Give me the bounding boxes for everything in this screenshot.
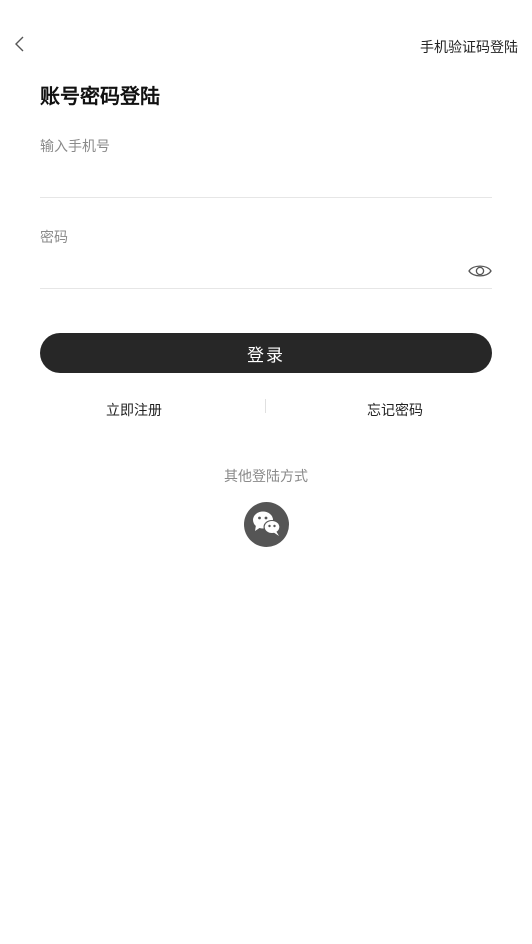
phone-input[interactable] <box>40 164 460 194</box>
phone-underline <box>40 197 492 198</box>
eye-icon[interactable] <box>468 263 492 279</box>
register-link[interactable]: 立即注册 <box>106 400 162 420</box>
page-title: 账号密码登陆 <box>40 84 160 108</box>
divider <box>265 399 266 413</box>
password-underline <box>40 288 492 289</box>
back-button[interactable] <box>8 34 30 58</box>
sms-login-link[interactable]: 手机验证码登陆 <box>420 37 518 57</box>
forgot-password-link[interactable]: 忘记密码 <box>367 400 423 420</box>
phone-label: 输入手机号 <box>40 139 110 155</box>
wechat-icon <box>251 509 283 541</box>
login-page: 手机验证码登陆 账号密码登陆 输入手机号 密码 登录 立即注册 忘记密码 其他登… <box>0 0 532 944</box>
wechat-login-button[interactable] <box>244 502 289 547</box>
password-field: 密码 <box>40 227 492 289</box>
phone-field: 输入手机号 <box>40 136 492 198</box>
chevron-left-icon <box>13 35 25 57</box>
header: 手机验证码登陆 <box>0 28 532 64</box>
other-login-label: 其他登陆方式 <box>224 469 308 485</box>
link-row: 立即注册 忘记密码 <box>0 398 532 422</box>
login-button[interactable]: 登录 <box>40 333 492 373</box>
password-input[interactable] <box>40 255 460 285</box>
password-label: 密码 <box>40 230 68 246</box>
